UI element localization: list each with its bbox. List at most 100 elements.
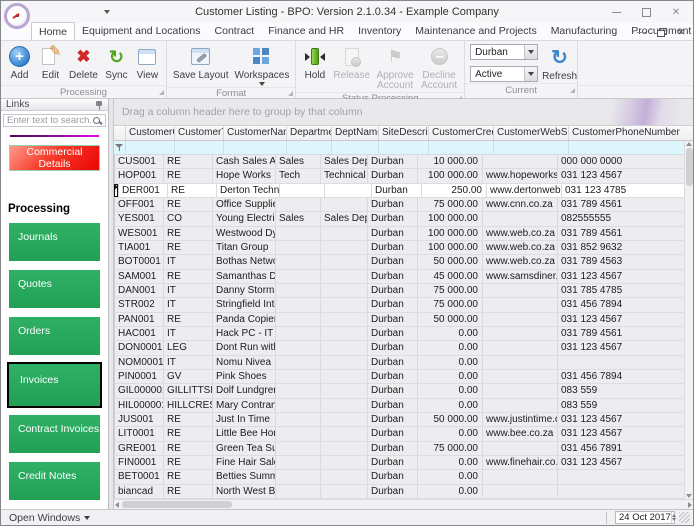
cell-department[interactable] [276, 442, 321, 455]
cell-customercode[interactable]: TIA001 [115, 241, 164, 254]
cell-sitedescription[interactable]: Durban [368, 456, 418, 469]
table-row[interactable]: HIL000001 HILLCRESTP Mary Contrary Durba… [114, 399, 693, 413]
maximize-button[interactable] [631, 1, 661, 23]
cell-customerphonenumber[interactable]: 031 852 9632 [558, 241, 693, 254]
cell-customertype[interactable]: IT [164, 298, 213, 311]
cell-sitedescription[interactable]: Durban [368, 155, 418, 168]
magenta-gradient-bar[interactable] [10, 135, 99, 137]
ribbon-tab[interactable]: Contract [208, 22, 262, 40]
cell-sitedescription[interactable]: Durban [368, 169, 418, 182]
cell-customertype[interactable]: RE [164, 241, 213, 254]
horizontal-scrollbar[interactable] [114, 499, 693, 509]
cell-customerphonenumber[interactable]: 031 789 4561 [558, 227, 693, 240]
cell-customerphonenumber[interactable]: 031 456 7891 [558, 442, 693, 455]
cell-department[interactable] [276, 427, 321, 440]
delete-button[interactable]: ✖ Delete [66, 43, 101, 82]
cell-customername[interactable]: Just In Time [213, 413, 276, 426]
cell-customertype[interactable]: GILLITTSPA [164, 384, 213, 397]
cell-sitedescription[interactable]: Durban [368, 227, 418, 240]
status-filter-dropdown-button[interactable] [524, 67, 537, 81]
cell-customercreditlimit[interactable]: 100 000.00 [418, 212, 483, 225]
cell-customerwebsite[interactable]: www.hopeworks.co.za [483, 169, 558, 182]
cell-customername[interactable]: Office Supplies U... [213, 198, 276, 211]
cell-customerphonenumber[interactable]: 031 123 4567 [558, 413, 693, 426]
cell-deptname[interactable] [321, 356, 368, 369]
cell-customername[interactable]: Betties Summer S... [213, 470, 276, 483]
commercial-details-button[interactable]: Commercial Details [9, 145, 100, 171]
cell-customercreditlimit[interactable]: 100 000.00 [418, 227, 483, 240]
refresh-button[interactable]: ↻ Refresh [544, 44, 575, 83]
cell-customerwebsite[interactable] [483, 384, 558, 397]
cell-customercreditlimit[interactable]: 0.00 [418, 427, 483, 440]
open-windows-button[interactable]: Open Windows [9, 512, 90, 524]
table-row[interactable]: JUS001 RE Just In Time Durban 50 000.00 … [114, 413, 693, 427]
cell-customername[interactable]: Danny Storm IT ... [213, 284, 276, 297]
cell-customername[interactable]: Bothas Networkin... [213, 255, 276, 268]
cell-deptname[interactable] [321, 384, 368, 397]
cell-customertype[interactable]: RE [164, 227, 213, 240]
cell-customercreditlimit[interactable]: 0.00 [418, 370, 483, 383]
cell-customerwebsite[interactable] [483, 313, 558, 326]
cell-customercode[interactable]: WES001 [115, 227, 164, 240]
cell-customertype[interactable]: CO [164, 212, 213, 225]
cell-customercreditlimit[interactable]: 75 000.00 [418, 284, 483, 297]
site-filter-dropdown[interactable]: Durban [470, 44, 538, 60]
cell-deptname[interactable] [321, 327, 368, 340]
cell-customerphonenumber[interactable]: 031 123 4567 [558, 341, 693, 354]
cell-deptname[interactable] [321, 456, 368, 469]
cell-customercode[interactable]: DAN001 [115, 284, 164, 297]
cell-customerwebsite[interactable] [483, 341, 558, 354]
filter-funnel-icon[interactable] [115, 143, 124, 152]
table-row[interactable]: PAN001 RE Panda Copiers Durban 50 000.00… [114, 313, 693, 327]
ribbon-tab[interactable]: Finance and HR [261, 22, 351, 40]
cell-customername[interactable]: Pink Shoes [213, 370, 276, 383]
cell-customercode[interactable]: HIL000001 [115, 399, 164, 412]
cell-customerwebsite[interactable]: www.dertonweb.co.za [487, 184, 562, 197]
cell-customerwebsite[interactable]: www.bee.co.za [483, 427, 558, 440]
cell-sitedescription[interactable]: Durban [368, 399, 418, 412]
table-row[interactable]: HOP001 RE Hope Works Tech Technical Durb… [114, 169, 693, 183]
cell-customername[interactable]: Stringfield Intern... [213, 298, 276, 311]
cell-department[interactable] [276, 313, 321, 326]
workspaces-button[interactable]: Workspaces [232, 43, 293, 87]
cell-sitedescription[interactable]: Durban [368, 313, 418, 326]
cell-department[interactable] [276, 198, 321, 211]
pin-icon[interactable] [95, 100, 103, 110]
sidebar-item[interactable]: Invoices [7, 362, 102, 408]
table-row[interactable]: LIT0001 RE Little Bee Honey Durban 0.00 … [114, 427, 693, 441]
cell-customerwebsite[interactable] [483, 298, 558, 311]
cell-customerphonenumber[interactable]: 031 123 4567 [558, 313, 693, 326]
minimize-button[interactable] [601, 1, 631, 23]
cell-customercode[interactable]: BOT0001 [115, 255, 164, 268]
cell-customercode[interactable]: DER001 [119, 184, 168, 197]
cell-customercreditlimit[interactable]: 0.00 [418, 399, 483, 412]
cell-department[interactable] [276, 341, 321, 354]
cell-customercreditlimit[interactable]: 0.00 [418, 456, 483, 469]
cell-sitedescription[interactable]: Durban [368, 485, 418, 498]
cell-sitedescription[interactable]: Durban [368, 413, 418, 426]
cell-department[interactable] [276, 470, 321, 483]
cell-customercode[interactable]: HAC001 [115, 327, 164, 340]
table-row[interactable]: GIL000001 GILLITTSPA Dolf Lundgren Durba… [114, 384, 693, 398]
cell-deptname[interactable] [321, 313, 368, 326]
cell-deptname[interactable] [321, 399, 368, 412]
cell-customerwebsite[interactable] [483, 485, 558, 498]
status-filter-dropdown[interactable]: Active [470, 66, 538, 82]
cell-customercreditlimit[interactable]: 0.00 [418, 485, 483, 498]
cell-customertype[interactable]: RE [164, 470, 213, 483]
cell-department[interactable] [276, 255, 321, 268]
column-header-customercode[interactable]: CustomerCode [126, 126, 175, 140]
table-row[interactable]: STR002 IT Stringfield Intern... Durban 7… [114, 298, 693, 312]
edit-button[interactable]: ✎ Edit [35, 43, 66, 82]
cell-customercreditlimit[interactable]: 50 000.00 [418, 413, 483, 426]
cell-deptname[interactable] [321, 270, 368, 283]
decline-account-button[interactable]: Decline Account [417, 43, 461, 92]
table-row[interactable]: BOT0001 IT Bothas Networkin... Durban 50… [114, 255, 693, 269]
cell-customerwebsite[interactable] [483, 399, 558, 412]
cell-customerwebsite[interactable]: www.finehair.co.za [483, 456, 558, 469]
cell-customername[interactable]: Samanthas Diner [213, 270, 276, 283]
cell-sitedescription[interactable]: Durban [368, 298, 418, 311]
cell-customercreditlimit[interactable]: 50 000.00 [418, 313, 483, 326]
cell-customerphonenumber[interactable]: 031 789 4561 [558, 327, 693, 340]
cell-sitedescription[interactable]: Durban [368, 284, 418, 297]
